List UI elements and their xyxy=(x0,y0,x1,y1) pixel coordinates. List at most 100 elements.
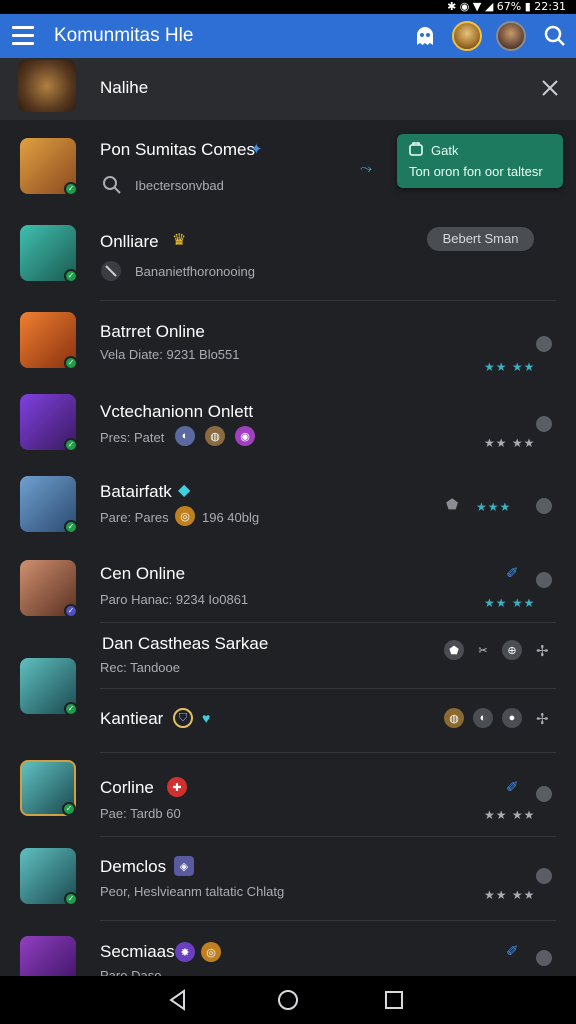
status-indicators: ✱ ◉ ▼ ◢ 67% ▮ 22:31 xyxy=(447,0,566,13)
verified-badge: ✓ xyxy=(64,604,78,618)
avatar-icon[interactable]: ◐ xyxy=(473,708,493,728)
list-item[interactable]: Kantiear ⛉ ♥ ◍ ◐ ● ✢ xyxy=(0,690,576,753)
item-name: Batrret Online xyxy=(100,322,205,341)
close-icon[interactable] xyxy=(541,79,559,97)
search-icon xyxy=(100,173,122,195)
item-subtitle: Ibectersonvbad xyxy=(135,178,224,193)
featured-banner[interactable]: Nalihe xyxy=(0,58,576,120)
list-item[interactable]: ✓ Demclos ◈ Peor, Heslvieanm taltatic Ch… xyxy=(0,838,576,921)
coin-icon: ◎ xyxy=(201,942,221,962)
divider xyxy=(100,300,556,301)
location-icon[interactable]: ⬟ xyxy=(444,640,464,660)
link-icon: ⤳ xyxy=(360,160,373,177)
rating-icon: ★★ ★★ xyxy=(484,596,536,610)
verified-badge: ✓ xyxy=(64,182,78,196)
scissors-icon[interactable]: ✂ xyxy=(473,640,493,660)
list-item[interactable]: Dan Castheas Sarkae Rec: Tandooe ⬟ ✂ ⊕ ✢ xyxy=(0,626,576,690)
game-thumbnail xyxy=(20,936,76,976)
more-options-icon[interactable] xyxy=(536,786,552,802)
mask-icon[interactable]: ◍ xyxy=(444,708,464,728)
user-avatar[interactable] xyxy=(452,21,482,51)
gem-icon: ◆ xyxy=(178,482,191,499)
app-bar: Komunmitas Hle xyxy=(0,14,576,58)
system-nav-bar xyxy=(0,976,576,1024)
game-thumbnail: ✓ xyxy=(20,225,78,283)
shield-icon: ⛉ xyxy=(173,708,193,728)
character-icon: ◈ xyxy=(174,856,194,876)
banner-thumbnail xyxy=(18,60,76,112)
gamepad-icon[interactable]: ⊕ xyxy=(502,640,522,660)
more-options-icon[interactable] xyxy=(536,416,552,432)
item-subtitle: Pare: Pares xyxy=(100,510,169,525)
game-thumbnail: ✓ xyxy=(20,312,78,370)
item-name: Dan Castheas Sarkae xyxy=(102,634,269,653)
list-item[interactable]: ✓ Corline ✚ Pae: Tardb 60 ✐ ★★ ★★ xyxy=(0,752,576,837)
divider xyxy=(100,688,556,689)
home-icon[interactable] xyxy=(276,988,300,1012)
verified-badge: ✓ xyxy=(64,356,78,370)
heart-icon: ♥ xyxy=(202,710,211,726)
game-thumbnail: ✓ xyxy=(20,138,78,196)
list-item[interactable]: ✓ Onlliare ♛ Bananietfhoronooing xyxy=(0,212,576,301)
pin-icon: ✐ xyxy=(506,943,519,960)
item-subtitle: Paro Hanac: 9234 Io0861 xyxy=(100,592,249,607)
verified-badge: ✓ xyxy=(64,892,78,906)
back-icon[interactable] xyxy=(166,988,190,1012)
more-options-icon[interactable] xyxy=(536,950,552,966)
verified-badge: ✓ xyxy=(62,802,76,816)
move-icon[interactable]: ✢ xyxy=(536,710,549,728)
move-icon[interactable]: ✢ xyxy=(536,642,549,660)
location-pin-icon: ⬟ xyxy=(446,496,459,512)
coin-icon: ◎ xyxy=(175,506,195,526)
rating-icon: ★★ ★★ xyxy=(484,360,536,374)
item-subtitle: Pae: Tardb 60 xyxy=(100,806,181,821)
item-subtitle: Bananietfhoronooing xyxy=(135,264,255,279)
rating-icon: ★★ ★★ xyxy=(484,888,536,902)
sparkle-icon: ✸ xyxy=(175,942,195,962)
more-options-icon[interactable] xyxy=(536,336,552,352)
pin-icon: ✐ xyxy=(506,779,519,796)
badge-icon[interactable]: ● xyxy=(502,708,522,728)
recents-icon[interactable] xyxy=(382,988,406,1012)
crown-icon: ♛ xyxy=(172,232,187,249)
divider xyxy=(100,836,556,837)
item-name: Cen Online xyxy=(100,564,186,583)
secondary-avatar[interactable] xyxy=(496,21,526,51)
verified-badge: ✓ xyxy=(64,438,78,452)
item-name: Kantiear xyxy=(100,709,164,728)
item-subtitle: Peor, Heslvieanm taltatic Chlatg xyxy=(100,884,285,899)
banner-title: Nalihe xyxy=(100,78,149,97)
item-name: Pon Sumitas Comes xyxy=(100,140,255,159)
game-thumbnail: ✓ xyxy=(20,394,78,452)
item-subtitle: Rec: Tandooe xyxy=(100,660,180,675)
rating-icon: ★★ ★★ xyxy=(484,808,536,822)
more-options-icon[interactable] xyxy=(536,572,552,588)
tools-icon xyxy=(100,260,122,282)
divider xyxy=(100,622,556,623)
ghost-icon[interactable] xyxy=(410,21,440,51)
divider xyxy=(100,920,556,921)
status-bar: ✱ ◉ ▼ ◢ 67% ▮ 22:31 xyxy=(0,0,576,14)
player-icon: ◉ xyxy=(235,426,255,446)
list-item[interactable]: ✓ Batrret Online Vela Diate: 9231 Blo551… xyxy=(0,302,576,382)
search-icon[interactable] xyxy=(540,21,570,51)
item-name: Onlliare xyxy=(100,232,159,251)
game-thumbnail: ✓ xyxy=(20,560,78,618)
list-item[interactable]: Secmiaas ✸ ◎ Paro Daso ✐ xyxy=(0,922,576,976)
item-name: Demclos xyxy=(100,857,167,876)
more-options-icon[interactable] xyxy=(536,498,552,514)
hamburger-menu-icon[interactable] xyxy=(12,26,34,46)
item-name: Vctechanionn Onlett xyxy=(100,402,254,421)
player-icon: ◐ xyxy=(175,426,195,446)
action-pill-button[interactable]: Bebert Sman xyxy=(427,227,534,251)
list-item[interactable]: ✓ Vctechanionn Onlett Pres: Patet ◐ ◍ ◉ … xyxy=(0,386,576,466)
more-options-icon[interactable] xyxy=(536,868,552,884)
medical-icon: ✚ xyxy=(167,777,187,797)
rating-icon: ★★ ★★ xyxy=(484,436,536,450)
pin-icon: ✐ xyxy=(506,565,519,582)
list-item[interactable]: ✓ Cen Online Paro Hanac: 9234 Io0861 ✐ ★… xyxy=(0,552,576,624)
item-name: Secmiaas xyxy=(100,942,175,961)
verified-icon: ✦ xyxy=(250,141,263,158)
list-item[interactable]: ✓ Pon Sumitas Comes ✦ Ibectersonvbad ⤳ xyxy=(0,128,576,208)
list-item[interactable]: ✓ Batairfatk ◆ Pare: Pares ◎ 196 40blg ⬟… xyxy=(0,468,576,548)
